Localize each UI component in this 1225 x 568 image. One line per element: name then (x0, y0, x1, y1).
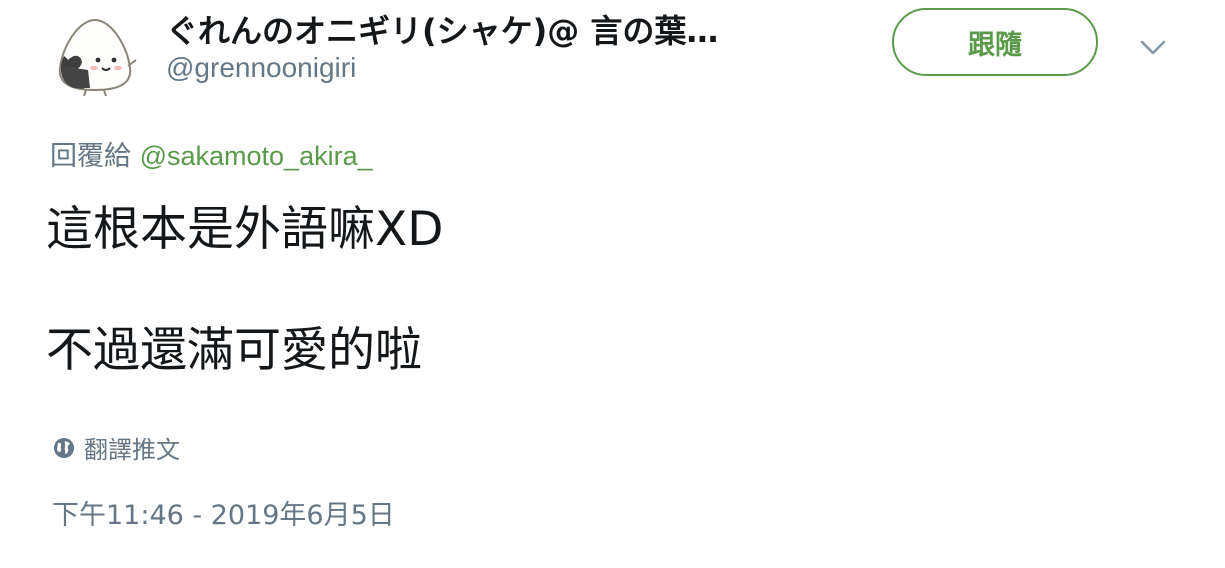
translate-tweet-button[interactable]: 翻譯推文 (52, 430, 180, 465)
translate-label: 翻譯推文 (84, 436, 180, 464)
follow-button[interactable]: 跟隨 (892, 8, 1098, 76)
tweet-text-line: 這根本是外語嘛XD (46, 202, 444, 257)
reply-context: 回覆給 @sakamoto_akira_ (50, 134, 373, 173)
tweet-timestamp[interactable]: 下午11:46 - 2019年6月5日 (52, 493, 395, 532)
reply-prefix: 回覆給 (50, 141, 131, 172)
user-handle[interactable]: @grennoonigiri (166, 52, 356, 84)
chevron-down-icon[interactable] (1138, 32, 1168, 62)
avatar[interactable] (50, 10, 140, 100)
onigiri-avatar-image (51, 11, 139, 99)
globe-icon (54, 437, 74, 458)
display-name[interactable]: ぐれんのオニギリ(シャケ)@ 言の葉… (166, 6, 718, 52)
reply-mention-link[interactable]: @sakamoto_akira_ (140, 141, 373, 171)
tweet-text-line: 不過還滿可愛的啦 (46, 323, 422, 378)
